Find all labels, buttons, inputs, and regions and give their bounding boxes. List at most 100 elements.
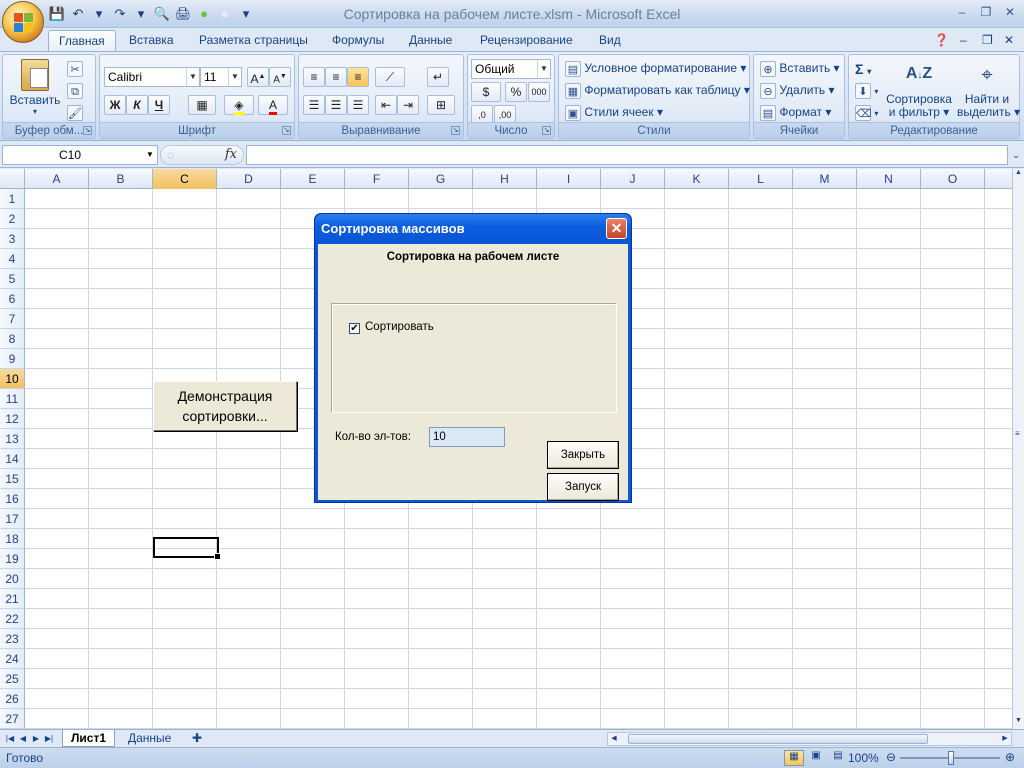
- ribbon-restore-button[interactable]: ❐: [978, 30, 997, 52]
- run-button[interactable]: Запуск: [547, 473, 619, 501]
- print-icon[interactable]: 🖨: [174, 5, 192, 23]
- last-sheet-icon[interactable]: ▶|: [43, 732, 55, 745]
- next-sheet-icon[interactable]: ▶: [30, 732, 42, 745]
- font-color-button[interactable]: A: [258, 95, 288, 115]
- row-header[interactable]: 13: [0, 429, 25, 449]
- row-header[interactable]: 11: [0, 389, 25, 409]
- orientation-button[interactable]: ⟋: [375, 67, 405, 87]
- row-header[interactable]: 21: [0, 589, 25, 609]
- scroll-up-icon[interactable]: ▲: [1013, 169, 1024, 181]
- row-header[interactable]: 26: [0, 689, 25, 709]
- column-header[interactable]: D: [217, 169, 281, 189]
- grow-font-button[interactable]: A▲: [247, 67, 269, 87]
- underline-button[interactable]: Ч: [148, 95, 170, 115]
- print-preview-icon[interactable]: 🔍: [153, 5, 171, 23]
- tab-page-layout[interactable]: Разметка страницы: [189, 30, 318, 52]
- row-header[interactable]: 18: [0, 529, 25, 549]
- sort-checkbox[interactable]: ✔: [349, 323, 360, 334]
- redo-dropdown-icon[interactable]: ▾: [132, 5, 150, 23]
- row-header[interactable]: 19: [0, 549, 25, 569]
- column-header[interactable]: O: [921, 169, 985, 189]
- ribbon-minimize-button[interactable]: –: [956, 30, 971, 52]
- sheet-tab-data[interactable]: Данные: [120, 730, 179, 747]
- row-header[interactable]: 8: [0, 329, 25, 349]
- column-header[interactable]: K: [665, 169, 729, 189]
- shrink-font-button[interactable]: A▼: [269, 67, 291, 87]
- row-header[interactable]: 20: [0, 569, 25, 589]
- tab-view[interactable]: Вид: [589, 30, 631, 52]
- sort-filter-button[interactable]: A↓Z Сортировка и фильтр ▾: [885, 59, 953, 119]
- conditional-formatting-button[interactable]: ▤ Условное форматирование ▾: [565, 61, 746, 77]
- row-header[interactable]: 3: [0, 229, 25, 249]
- column-header[interactable]: F: [345, 169, 409, 189]
- bold-button[interactable]: Ж: [104, 95, 126, 115]
- undo-dropdown-icon[interactable]: ▾: [90, 5, 108, 23]
- close-button[interactable]: ✕: [998, 2, 1022, 22]
- row-header[interactable]: 12: [0, 409, 25, 429]
- first-sheet-icon[interactable]: |◀: [4, 732, 16, 745]
- row-header[interactable]: 14: [0, 449, 25, 469]
- delete-cells-button[interactable]: ⊖ Удалить ▾: [760, 83, 835, 99]
- row-header[interactable]: 10: [0, 369, 25, 389]
- tab-data[interactable]: Данные: [399, 30, 462, 52]
- percent-button[interactable]: %: [505, 82, 527, 102]
- name-box[interactable]: C10 ▼: [2, 145, 158, 165]
- column-header[interactable]: L: [729, 169, 793, 189]
- fill-button[interactable]: ⬇ ▾: [855, 83, 878, 99]
- row-header[interactable]: 5: [0, 269, 25, 289]
- vertical-scrollbar[interactable]: ▲ ≡ ▼: [1012, 169, 1024, 729]
- cell-styles-button[interactable]: ▣ Стили ячеек ▾: [565, 105, 663, 121]
- font-name-combo[interactable]: Calibri ▼: [104, 67, 200, 87]
- scroll-grip-icon[interactable]: ≡: [1015, 429, 1022, 441]
- column-header[interactable]: A: [25, 169, 89, 189]
- row-header[interactable]: 9: [0, 349, 25, 369]
- cut-icon[interactable]: ✂: [67, 61, 83, 77]
- formula-input[interactable]: [246, 145, 1008, 165]
- row-header[interactable]: 23: [0, 629, 25, 649]
- scroll-down-icon[interactable]: ▼: [1013, 717, 1024, 729]
- demo-sort-button[interactable]: Демонстрация сортировки...: [153, 381, 297, 431]
- fill-color-button[interactable]: ◈: [224, 95, 254, 115]
- align-bottom-button[interactable]: ≡: [347, 67, 369, 87]
- count-input[interactable]: 10: [429, 427, 505, 447]
- column-header[interactable]: N: [857, 169, 921, 189]
- sort-checkbox-label[interactable]: Сортировать: [365, 321, 434, 333]
- copy-icon[interactable]: ⧉: [67, 83, 83, 99]
- restore-button[interactable]: ❐: [974, 2, 998, 22]
- number-format-combo[interactable]: Общий ▼: [471, 59, 551, 79]
- column-header[interactable]: H: [473, 169, 537, 189]
- column-header[interactable]: I: [537, 169, 601, 189]
- column-header[interactable]: E: [281, 169, 345, 189]
- column-header[interactable]: B: [89, 169, 153, 189]
- column-header[interactable]: C: [153, 169, 217, 189]
- autosum-button[interactable]: Σ ▾: [855, 61, 871, 77]
- selected-cell[interactable]: [153, 537, 221, 560]
- merge-center-button[interactable]: ⊞: [427, 95, 455, 115]
- horizontal-scrollbar[interactable]: ◀ ▶: [607, 732, 1012, 746]
- row-header[interactable]: 15: [0, 469, 25, 489]
- column-header[interactable]: J: [601, 169, 665, 189]
- customize-qat-icon[interactable]: ▾: [237, 5, 255, 23]
- align-center-button[interactable]: ☰: [325, 95, 347, 115]
- row-header[interactable]: 24: [0, 649, 25, 669]
- zoom-out-icon[interactable]: ⊖: [886, 750, 896, 764]
- page-break-view-icon[interactable]: ▤: [828, 750, 848, 766]
- wrap-text-button[interactable]: ↵: [427, 67, 449, 87]
- scroll-left-icon[interactable]: ◀: [608, 733, 620, 745]
- minimize-button[interactable]: –: [950, 2, 974, 22]
- redo-icon[interactable]: ↷: [111, 5, 129, 23]
- undo-icon[interactable]: ↶: [69, 5, 87, 23]
- dialog-launcher-icon[interactable]: ↘: [542, 126, 551, 135]
- normal-view-icon[interactable]: ▦: [784, 750, 804, 766]
- borders-button[interactable]: ▦: [188, 95, 216, 115]
- row-header[interactable]: 7: [0, 309, 25, 329]
- row-header[interactable]: 1: [0, 189, 25, 209]
- find-select-button[interactable]: ⌖ Найти и выделить ▾: [957, 59, 1020, 119]
- office-button[interactable]: [2, 1, 44, 43]
- dialog-close-button[interactable]: Закрыть: [547, 441, 619, 469]
- zoom-in-icon[interactable]: ⊕: [1005, 750, 1015, 764]
- dialog-title-bar[interactable]: Сортировка массивов ✕: [315, 214, 631, 244]
- insert-cells-button[interactable]: ⊕ Вставить ▾: [760, 61, 840, 77]
- font-size-combo[interactable]: 11 ▼: [200, 67, 242, 87]
- select-all-corner[interactable]: [0, 169, 25, 189]
